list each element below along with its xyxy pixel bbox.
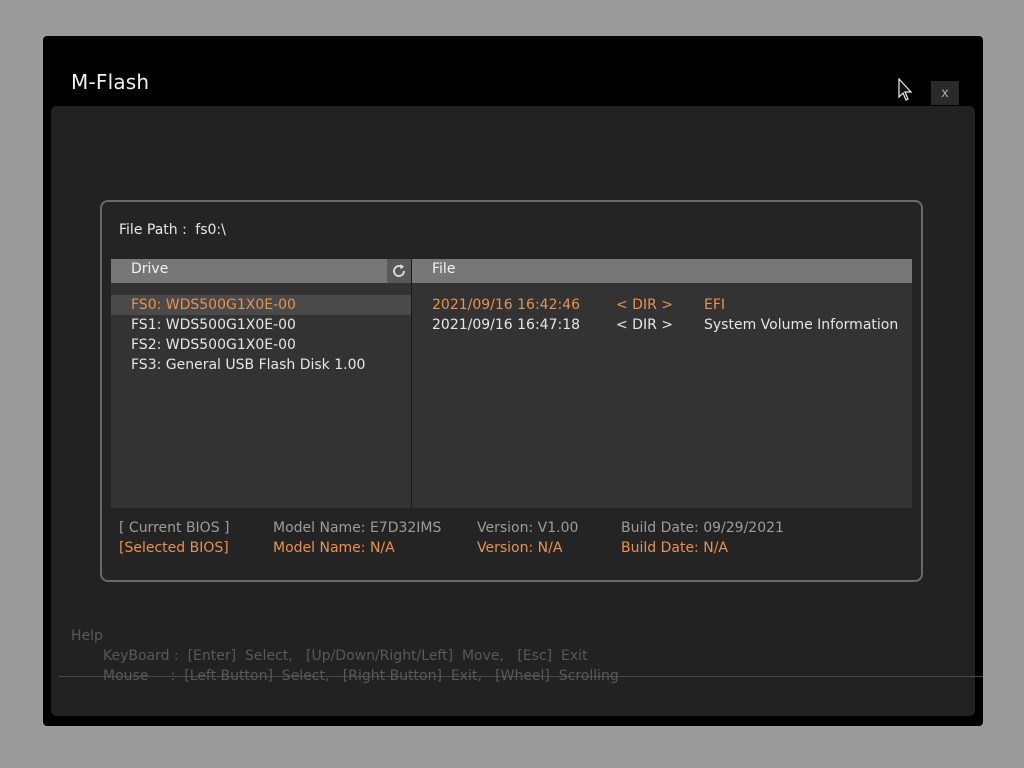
- file-list: 2021/09/16 16:42:46 < DIR > EFI 2021/09/…: [412, 295, 912, 335]
- drive-item-fs2[interactable]: FS2: WDS500G1X0E-00: [111, 335, 411, 355]
- selected-bios-info: [Selected BIOS] Model Name: N/A Version:…: [119, 538, 909, 558]
- selected-bios-build-date: Build Date: N/A: [621, 540, 728, 556]
- drive-list: FS0: WDS500G1X0E-00 FS1: WDS500G1X0E-00 …: [111, 295, 411, 375]
- main-panel: File Path : fs0:\ Drive FS0: WDS500G1X0E…: [51, 106, 983, 716]
- file-pane: File 2021/09/16 16:42:46 < DIR > EFI 202…: [412, 259, 912, 508]
- file-header: File: [412, 259, 912, 283]
- refresh-button[interactable]: [387, 259, 411, 283]
- file-name: EFI: [704, 297, 726, 313]
- current-bios-info: [ Current BIOS ] Model Name: E7D32IMS Ve…: [119, 518, 909, 538]
- drive-pane: Drive FS0: WDS500G1X0E-00 FS1: WDS500G1X…: [111, 259, 411, 508]
- file-date: 2021/09/16 16:47:18: [432, 317, 581, 333]
- file-path-label: File Path :: [119, 222, 187, 238]
- window-title: M-Flash: [71, 70, 150, 94]
- selected-bios-tag: [Selected BIOS]: [119, 540, 229, 556]
- help-section: Help KeyBoard : [Enter] Select, [Up/Down…: [71, 626, 619, 686]
- file-name: System Volume Information: [704, 317, 899, 333]
- m-flash-window: M-Flash x File Path : fs0:\ Drive FS0: W…: [43, 36, 983, 726]
- drive-header: Drive: [111, 259, 387, 283]
- file-type: < DIR >: [616, 297, 673, 313]
- file-type: < DIR >: [616, 317, 673, 333]
- help-mouse: Mouse : [Left Button] Select, [Right But…: [103, 668, 619, 684]
- current-bios-version: Version: V1.00: [477, 520, 579, 536]
- file-row-efi[interactable]: 2021/09/16 16:42:46 < DIR > EFI: [412, 295, 912, 315]
- selected-bios-version: Version: N/A: [477, 540, 563, 556]
- current-bios-model: Model Name: E7D32IMS: [273, 520, 442, 536]
- file-row-system-volume-information[interactable]: 2021/09/16 16:47:18 < DIR > System Volum…: [412, 315, 912, 335]
- drive-item-fs3[interactable]: FS3: General USB Flash Disk 1.00: [111, 355, 411, 375]
- help-keyboard: KeyBoard : [Enter] Select, [Up/Down/Righ…: [103, 648, 588, 664]
- file-path: File Path : fs0:\: [119, 222, 226, 238]
- file-path-value: fs0:\: [195, 222, 226, 238]
- current-bios-build-date: Build Date: 09/29/2021: [621, 520, 784, 536]
- refresh-icon: [393, 264, 405, 277]
- drive-item-fs1[interactable]: FS1: WDS500G1X0E-00: [111, 315, 411, 335]
- file-browser-dialog: File Path : fs0:\ Drive FS0: WDS500G1X0E…: [100, 200, 923, 582]
- selected-bios-model: Model Name: N/A: [273, 540, 395, 556]
- close-button[interactable]: x: [931, 81, 959, 105]
- file-date: 2021/09/16 16:42:46: [432, 297, 581, 313]
- current-bios-tag: [ Current BIOS ]: [119, 520, 230, 536]
- mouse-cursor-icon: [898, 78, 913, 101]
- help-title: Help: [71, 628, 103, 644]
- drive-item-fs0[interactable]: FS0: WDS500G1X0E-00: [111, 295, 411, 315]
